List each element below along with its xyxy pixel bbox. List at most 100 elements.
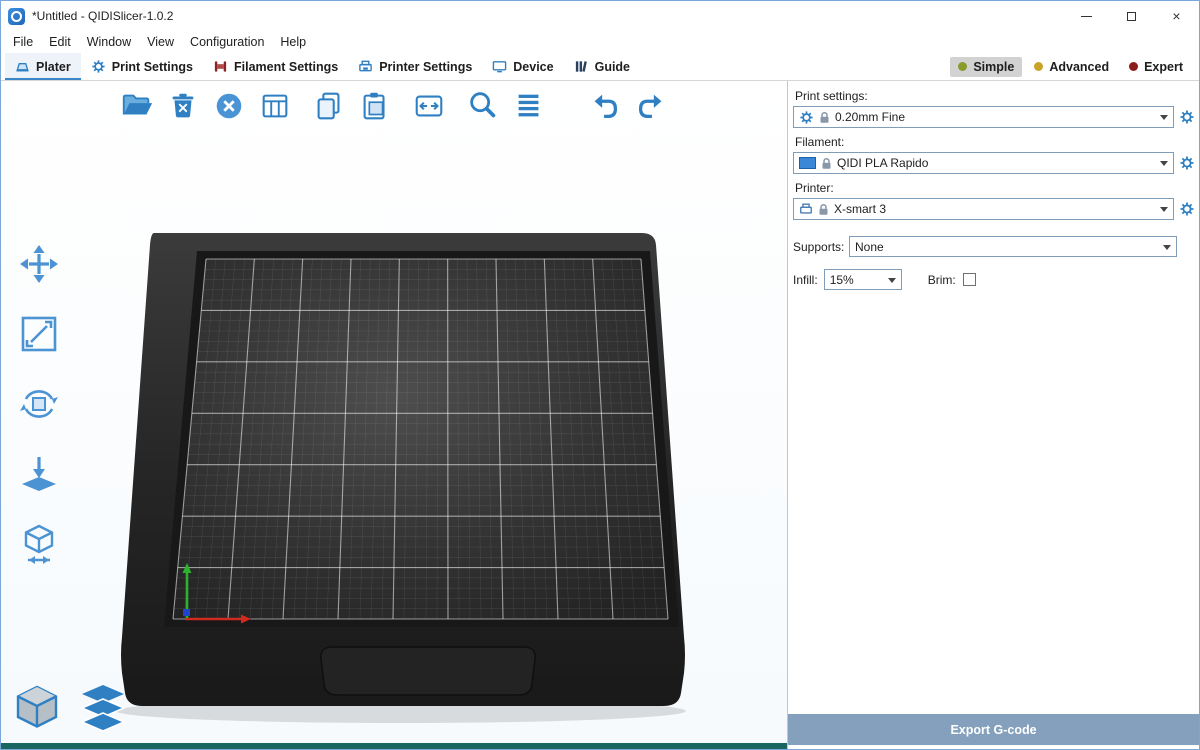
titlebar: *Untitled - QIDISlicer-1.0.2 × bbox=[1, 1, 1199, 31]
bed-handle bbox=[321, 647, 535, 695]
infill-combo[interactable]: 15% bbox=[824, 269, 902, 290]
search-icon bbox=[466, 89, 500, 123]
minimize-button[interactable] bbox=[1064, 1, 1109, 31]
plater-3d-viewport[interactable] bbox=[1, 81, 787, 749]
fill-bed-button[interactable] bbox=[411, 87, 447, 125]
mode-advanced-label: Advanced bbox=[1049, 60, 1109, 74]
paste-button[interactable] bbox=[357, 87, 393, 125]
tab-print-settings[interactable]: Print Settings bbox=[81, 53, 203, 80]
filament-label: Filament: bbox=[795, 135, 1195, 149]
supports-label: Supports: bbox=[793, 240, 849, 254]
open-project-button[interactable] bbox=[119, 87, 155, 125]
device-monitor-icon bbox=[492, 59, 507, 74]
print-settings-value: 0.20mm Fine bbox=[835, 110, 905, 124]
maximize-button[interactable] bbox=[1109, 1, 1154, 31]
redo-button[interactable] bbox=[633, 87, 669, 125]
trash-icon bbox=[166, 89, 200, 123]
gizmo-toolbar bbox=[11, 237, 67, 571]
layers-preview-button[interactable] bbox=[75, 679, 131, 735]
mode-expert[interactable]: Expert bbox=[1121, 57, 1191, 77]
layer-height-icon bbox=[512, 89, 546, 123]
viewport-bottom-bar bbox=[1, 743, 787, 749]
app-window: *Untitled - QIDISlicer-1.0.2 × File Edit… bbox=[0, 0, 1200, 750]
tab-filament-settings[interactable]: Filament Settings bbox=[203, 53, 348, 80]
rotate-icon bbox=[17, 382, 61, 426]
undo-button[interactable] bbox=[587, 87, 623, 125]
printer-icon bbox=[358, 59, 373, 74]
print-bed bbox=[1, 81, 787, 749]
arrange-button[interactable] bbox=[257, 87, 293, 125]
gear-icon bbox=[91, 59, 106, 74]
rotate-tool-button[interactable] bbox=[11, 377, 67, 431]
arrange-grid-icon bbox=[258, 89, 292, 123]
menu-window[interactable]: Window bbox=[79, 35, 139, 49]
scale-icon bbox=[17, 312, 61, 356]
print-settings-combo[interactable]: 0.20mm Fine bbox=[793, 106, 1174, 128]
menu-configuration[interactable]: Configuration bbox=[182, 35, 272, 49]
variable-layer-height-button[interactable] bbox=[511, 87, 547, 125]
brim-checkbox[interactable] bbox=[963, 273, 976, 286]
infill-value: 15% bbox=[830, 273, 854, 287]
tab-device[interactable]: Device bbox=[482, 53, 563, 80]
mode-simple[interactable]: Simple bbox=[950, 57, 1022, 77]
printer-gear-button[interactable] bbox=[1179, 201, 1195, 217]
minimize-icon bbox=[1081, 16, 1092, 17]
supports-value: None bbox=[855, 240, 884, 254]
tab-guide[interactable]: Guide bbox=[564, 53, 640, 80]
tab-guide-label: Guide bbox=[595, 60, 630, 74]
export-gcode-button[interactable]: Export G-code bbox=[788, 714, 1199, 745]
tab-plater[interactable]: Plater bbox=[5, 53, 81, 80]
lock-icon bbox=[819, 111, 830, 124]
measure-tool-button[interactable] bbox=[11, 517, 67, 571]
mode-simple-label: Simple bbox=[973, 60, 1014, 74]
menu-edit[interactable]: Edit bbox=[41, 35, 79, 49]
printer-combo[interactable]: X-smart 3 bbox=[793, 198, 1174, 220]
scale-tool-button[interactable] bbox=[11, 307, 67, 361]
menu-help[interactable]: Help bbox=[272, 35, 314, 49]
menu-view[interactable]: View bbox=[139, 35, 182, 49]
print-settings-gear-button[interactable] bbox=[1179, 109, 1195, 125]
open-folder-icon bbox=[120, 89, 154, 123]
sidebar: Print settings: 0.20mm Fine Filament: QI… bbox=[787, 81, 1199, 749]
view-mode-switcher bbox=[9, 679, 131, 735]
plater-bed-icon bbox=[15, 59, 30, 74]
delete-all-button[interactable] bbox=[211, 87, 247, 125]
chevron-down-icon bbox=[1163, 245, 1171, 254]
mode-switcher: Simple Advanced Expert bbox=[950, 53, 1199, 80]
copy-button[interactable] bbox=[311, 87, 347, 125]
search-button[interactable] bbox=[465, 87, 501, 125]
close-button[interactable]: × bbox=[1154, 1, 1199, 31]
tab-device-label: Device bbox=[513, 60, 553, 74]
redo-icon bbox=[634, 89, 668, 123]
infill-label: Infill: bbox=[793, 273, 818, 287]
place-on-face-tool-button[interactable] bbox=[11, 447, 67, 501]
tab-printer-settings[interactable]: Printer Settings bbox=[348, 53, 482, 80]
close-icon: × bbox=[1172, 8, 1180, 24]
delete-all-icon bbox=[212, 89, 246, 123]
chevron-down-icon bbox=[888, 278, 896, 287]
guide-books-icon bbox=[574, 59, 589, 74]
menu-file[interactable]: File bbox=[5, 35, 41, 49]
3d-view-button[interactable] bbox=[9, 679, 65, 735]
delete-button[interactable] bbox=[165, 87, 201, 125]
filament-gear-button[interactable] bbox=[1179, 155, 1195, 171]
printer-icon bbox=[799, 202, 813, 216]
plater-toolbar bbox=[119, 87, 669, 125]
advanced-mode-dot-icon bbox=[1034, 62, 1043, 71]
move-icon bbox=[17, 242, 61, 286]
filament-combo[interactable]: QIDI PLA Rapido bbox=[793, 152, 1174, 174]
app-logo-icon bbox=[8, 8, 25, 25]
move-tool-button[interactable] bbox=[11, 237, 67, 291]
printer-label: Printer: bbox=[795, 181, 1195, 195]
tabbar: Plater Print Settings Filament Settings … bbox=[1, 53, 1199, 81]
place-on-face-icon bbox=[17, 452, 61, 496]
simple-mode-dot-icon bbox=[958, 62, 967, 71]
gear-icon bbox=[799, 110, 814, 125]
printer-value: X-smart 3 bbox=[834, 202, 886, 216]
chevron-down-icon bbox=[1160, 115, 1168, 124]
copy-icon bbox=[312, 89, 346, 123]
mode-advanced[interactable]: Advanced bbox=[1026, 57, 1117, 77]
supports-combo[interactable]: None bbox=[849, 236, 1177, 257]
tab-print-settings-label: Print Settings bbox=[112, 60, 193, 74]
paste-icon bbox=[358, 89, 392, 123]
